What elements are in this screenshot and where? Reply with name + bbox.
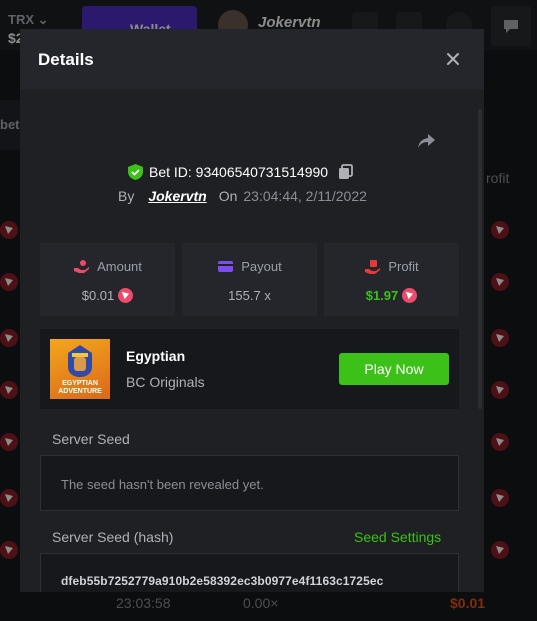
thumbnail-title-line1: EGYPTIAN bbox=[62, 380, 98, 387]
modal-header: Details bbox=[20, 29, 484, 89]
by-label: By bbox=[118, 188, 135, 204]
amount-value: $0.01 bbox=[81, 288, 115, 303]
scrollbar[interactable] bbox=[478, 109, 482, 409]
server-seed-hash-box: dfeb55b7252779a910b2e58392ec3b0977e4f116… bbox=[40, 553, 459, 592]
play-now-button[interactable]: Play Now bbox=[339, 353, 449, 385]
bet-date: 23:04:44, 2/11/2022 bbox=[243, 188, 367, 204]
pharaoh-logo-icon: EGYPTIAN ADVENTURE bbox=[58, 345, 102, 395]
game-card: EGYPTIAN ADVENTURE Egyptian BC Originals… bbox=[40, 329, 459, 409]
payout-card: Payout 155.7 x bbox=[182, 243, 317, 316]
modal-title: Details bbox=[38, 50, 94, 69]
server-seed-box: The seed hasn't been revealed yet. bbox=[40, 455, 459, 511]
server-seed-label: Server Seed bbox=[52, 431, 130, 447]
thumbnail-title-line2: ADVENTURE bbox=[58, 388, 102, 395]
verified-shield-icon bbox=[128, 164, 143, 180]
profit-value: $1.97 bbox=[365, 288, 399, 303]
close-icon[interactable] bbox=[444, 50, 462, 68]
payout-label: Payout bbox=[241, 259, 282, 274]
game-name: Egyptian bbox=[126, 348, 186, 364]
game-provider: BC Originals bbox=[126, 374, 205, 390]
amount-card: Amount $0.01 bbox=[40, 243, 175, 316]
payout-value: 155.7 x bbox=[228, 288, 271, 303]
bet-meta-row: By Jokervtn On 23:04:44, 2/11/2022 bbox=[118, 188, 367, 204]
share-icon[interactable] bbox=[416, 131, 436, 151]
bettor-username-link[interactable]: Jokervtn bbox=[148, 188, 206, 204]
copy-icon[interactable] bbox=[338, 164, 354, 180]
profit-icon bbox=[365, 260, 381, 274]
server-seed-value: The seed hasn't been revealed yet. bbox=[61, 477, 264, 492]
bet-details-modal: Details Bet ID: 93406540731514990 By Jok… bbox=[20, 29, 484, 592]
bet-id-row: Bet ID: 93406540731514990 bbox=[128, 162, 354, 182]
profit-label: Profit bbox=[388, 259, 419, 274]
game-thumbnail[interactable]: EGYPTIAN ADVENTURE bbox=[50, 339, 110, 399]
trx-coin-icon bbox=[402, 288, 418, 303]
seed-settings-link[interactable]: Seed Settings bbox=[354, 529, 441, 545]
amount-label: Amount bbox=[97, 259, 142, 274]
server-seed-hash-value[interactable]: dfeb55b7252779a910b2e58392ec3b0977e4f116… bbox=[61, 574, 383, 588]
server-seed-hash-label: Server Seed (hash) bbox=[52, 529, 174, 545]
amount-icon bbox=[74, 260, 90, 273]
trx-coin-icon bbox=[118, 288, 134, 303]
on-label: On bbox=[218, 188, 238, 204]
payout-icon bbox=[218, 261, 234, 272]
bet-id: Bet ID: 93406540731514990 bbox=[149, 164, 329, 180]
profit-card: Profit $1.97 bbox=[324, 243, 459, 316]
